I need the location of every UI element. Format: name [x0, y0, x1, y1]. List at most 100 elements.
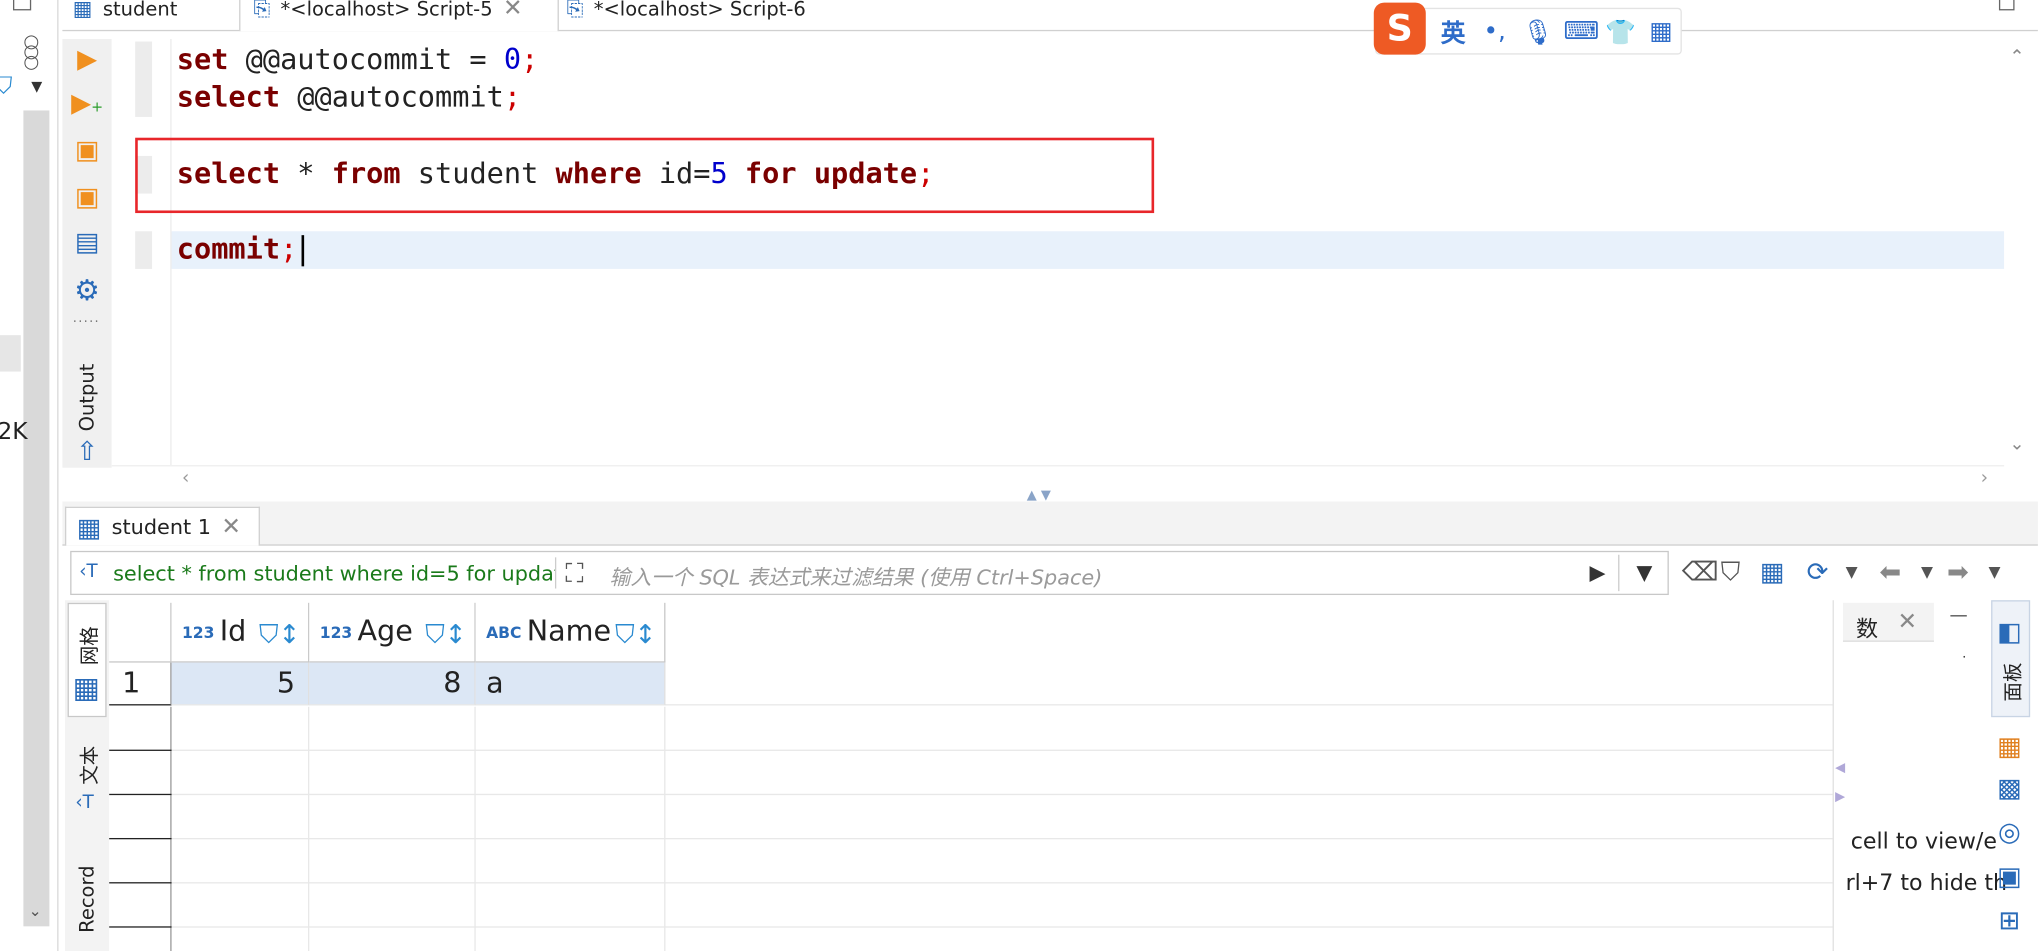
- close-icon[interactable]: ✕: [1898, 608, 1918, 635]
- editor-vertical-scrollbar[interactable]: [2004, 38, 2038, 468]
- ime-punctuation-toggle[interactable]: •,: [1480, 17, 1509, 46]
- dropdown-icon[interactable]: ▼: [1989, 563, 2001, 581]
- filter-icon[interactable]: ⛉: [0, 73, 12, 100]
- refresh-icon[interactable]: ⟳: [1807, 556, 1829, 587]
- results-tab-bar: [62, 501, 2038, 546]
- cell-id[interactable]: 5: [171, 662, 310, 706]
- calc-icon[interactable]: ▦: [1994, 730, 2025, 761]
- semicolon: ;: [503, 81, 522, 115]
- text-icon: ‹T: [75, 792, 94, 814]
- scroll-left-icon[interactable]: ‹: [182, 468, 189, 489]
- line-marker: [135, 231, 153, 269]
- execute-in-new-tab-icon[interactable]: ▶+: [70, 86, 104, 120]
- panel-hint-text: rl+7 to hide th: [1845, 870, 2008, 897]
- more-icon[interactable]: ○ ○ ○: [23, 32, 39, 71]
- panel-hint-text: cell to view/e: [1850, 828, 1997, 855]
- empty-row: [171, 883, 1833, 928]
- sogou-logo-icon[interactable]: S: [1373, 2, 1426, 55]
- code-line-4[interactable]: commit;: [177, 231, 298, 269]
- dropdown-icon[interactable]: ▼: [1921, 563, 1933, 581]
- tab-student[interactable]: ▦ student: [73, 0, 178, 31]
- close-icon[interactable]: ✕: [221, 513, 241, 540]
- grouping-icon[interactable]: ◎: [1994, 816, 2025, 847]
- resize-handle-icon[interactable]: ⸱: [1963, 647, 1966, 665]
- tab-record-view[interactable]: Record: [75, 865, 98, 932]
- execute-script-new-tab-icon[interactable]: ▣: [70, 179, 104, 213]
- editor-horizontal-scrollbar[interactable]: [111, 465, 2005, 494]
- text-type-icon: ABC: [486, 622, 522, 642]
- column-header-age[interactable]: 123 Age ⛉↕: [309, 602, 476, 663]
- filter-history-icon[interactable]: ▼: [1636, 560, 1652, 585]
- column-name: Id: [219, 615, 247, 649]
- tab-student-1[interactable]: ▦ student 1 ✕: [64, 506, 260, 546]
- row-number[interactable]: 1: [109, 662, 172, 706]
- references-icon[interactable]: ⊞: [1994, 904, 2025, 935]
- expand-icon[interactable]: ⛶: [565, 557, 583, 588]
- minimize-icon[interactable]: —: [1950, 605, 1968, 626]
- code-line-2[interactable]: select @@autocommit;: [177, 79, 521, 117]
- tab-text-view[interactable]: 文本: [75, 746, 102, 785]
- table-grid-icon: ▦: [76, 511, 102, 543]
- tab-label: *<localhost> Script-6: [593, 0, 806, 21]
- scroll-down-icon[interactable]: ⌄: [29, 902, 42, 920]
- panels-icon: ◧: [1997, 615, 2022, 648]
- eraser-icon[interactable]: ⌫: [1682, 556, 1719, 587]
- microphone-icon[interactable]: 🎙: [1522, 16, 1553, 47]
- maximize-icon[interactable]: [12, 0, 32, 11]
- grid-line: [474, 706, 476, 951]
- cell-age[interactable]: 8: [309, 662, 476, 706]
- semicolon: ;: [521, 44, 539, 77]
- back-arrow-icon[interactable]: ⬅: [1879, 556, 1901, 587]
- grid-line: [664, 706, 666, 951]
- navigator-scrollbar[interactable]: [23, 110, 50, 927]
- keyword: commit: [176, 233, 281, 267]
- code-text: @@autocommit: [280, 81, 504, 115]
- execute-statement-icon[interactable]: ▶: [70, 42, 104, 76]
- filter-config-icon[interactable]: ▦: [1760, 556, 1785, 587]
- dropdown-icon[interactable]: ▼: [31, 78, 42, 95]
- tab-script-5[interactable]: ⎘ *<localhost> Script-5 ✕: [239, 0, 559, 32]
- scroll-right-icon[interactable]: ›: [1981, 468, 1988, 489]
- restore-icon[interactable]: [1998, 0, 2015, 11]
- cell-name[interactable]: a: [475, 662, 666, 706]
- metadata-icon[interactable]: ▣: [1994, 860, 2025, 891]
- output-panel-label[interactable]: Output: [75, 364, 98, 432]
- output-icon[interactable]: ⇧: [70, 434, 104, 468]
- column-header-name[interactable]: ABC Name ⛉↕: [475, 602, 666, 663]
- grid-corner: [109, 602, 172, 663]
- column-filter-sort-icon[interactable]: ⛉↕: [425, 618, 466, 649]
- forward-arrow-icon[interactable]: ➡: [1947, 556, 1969, 587]
- toolbox-grid-icon[interactable]: ▦: [1647, 17, 1676, 46]
- filter-input[interactable]: 输入一个 SQL 表达式来过滤结果 (使用 Ctrl+Space): [610, 560, 1103, 591]
- empty-row: [171, 707, 1833, 751]
- code-line-1[interactable]: set @@autocommit = 0;: [177, 42, 539, 80]
- sql-text-icon: ‹T: [79, 561, 98, 583]
- scroll-up-icon[interactable]: ⌃: [2009, 47, 2024, 68]
- close-icon[interactable]: ✕: [503, 0, 523, 20]
- column-name: Age: [357, 615, 413, 649]
- dropdown-icon[interactable]: ▼: [1846, 563, 1858, 581]
- skin-shirt-icon[interactable]: 👕: [1605, 16, 1636, 47]
- numeric-type-icon: 123: [181, 622, 215, 642]
- editor-tab-bar: ▦ student ⎘ *<localhost> Script-5 ✕ ⎘ *<…: [62, 0, 2038, 32]
- column-header-id[interactable]: 123 Id ⛉↕: [171, 602, 310, 663]
- value-viewer-icon[interactable]: ▩: [1994, 772, 2025, 803]
- navigator-selected-row[interactable]: [0, 335, 21, 372]
- tab-script-6[interactable]: ⎘ *<localhost> Script-6: [567, 0, 806, 31]
- column-name: Name: [526, 615, 612, 649]
- apply-filter-icon[interactable]: ▶: [1590, 560, 1606, 585]
- collapse-handle-icon[interactable]: ◀ ▶: [1835, 761, 1845, 804]
- grid-view-label: 网格: [77, 626, 102, 666]
- filter-settings-icon[interactable]: ⛉: [1721, 556, 1740, 587]
- keyboard-icon[interactable]: ⌨: [1564, 17, 1600, 46]
- execute-script-icon[interactable]: ▣: [70, 133, 104, 167]
- tab-label: student 1: [111, 514, 211, 540]
- column-filter-sort-icon[interactable]: ⛉↕: [615, 618, 656, 649]
- grid-icon: ▦: [72, 672, 100, 706]
- script-icon: ⎘: [253, 0, 271, 21]
- column-filter-sort-icon[interactable]: ⛉↕: [259, 618, 300, 649]
- settings-gear-icon[interactable]: ⚙: [70, 275, 104, 309]
- ime-mode-toggle[interactable]: 英: [1439, 14, 1468, 49]
- scroll-down-icon[interactable]: ⌄: [2009, 434, 2024, 455]
- explain-plan-icon[interactable]: ▤: [70, 225, 104, 259]
